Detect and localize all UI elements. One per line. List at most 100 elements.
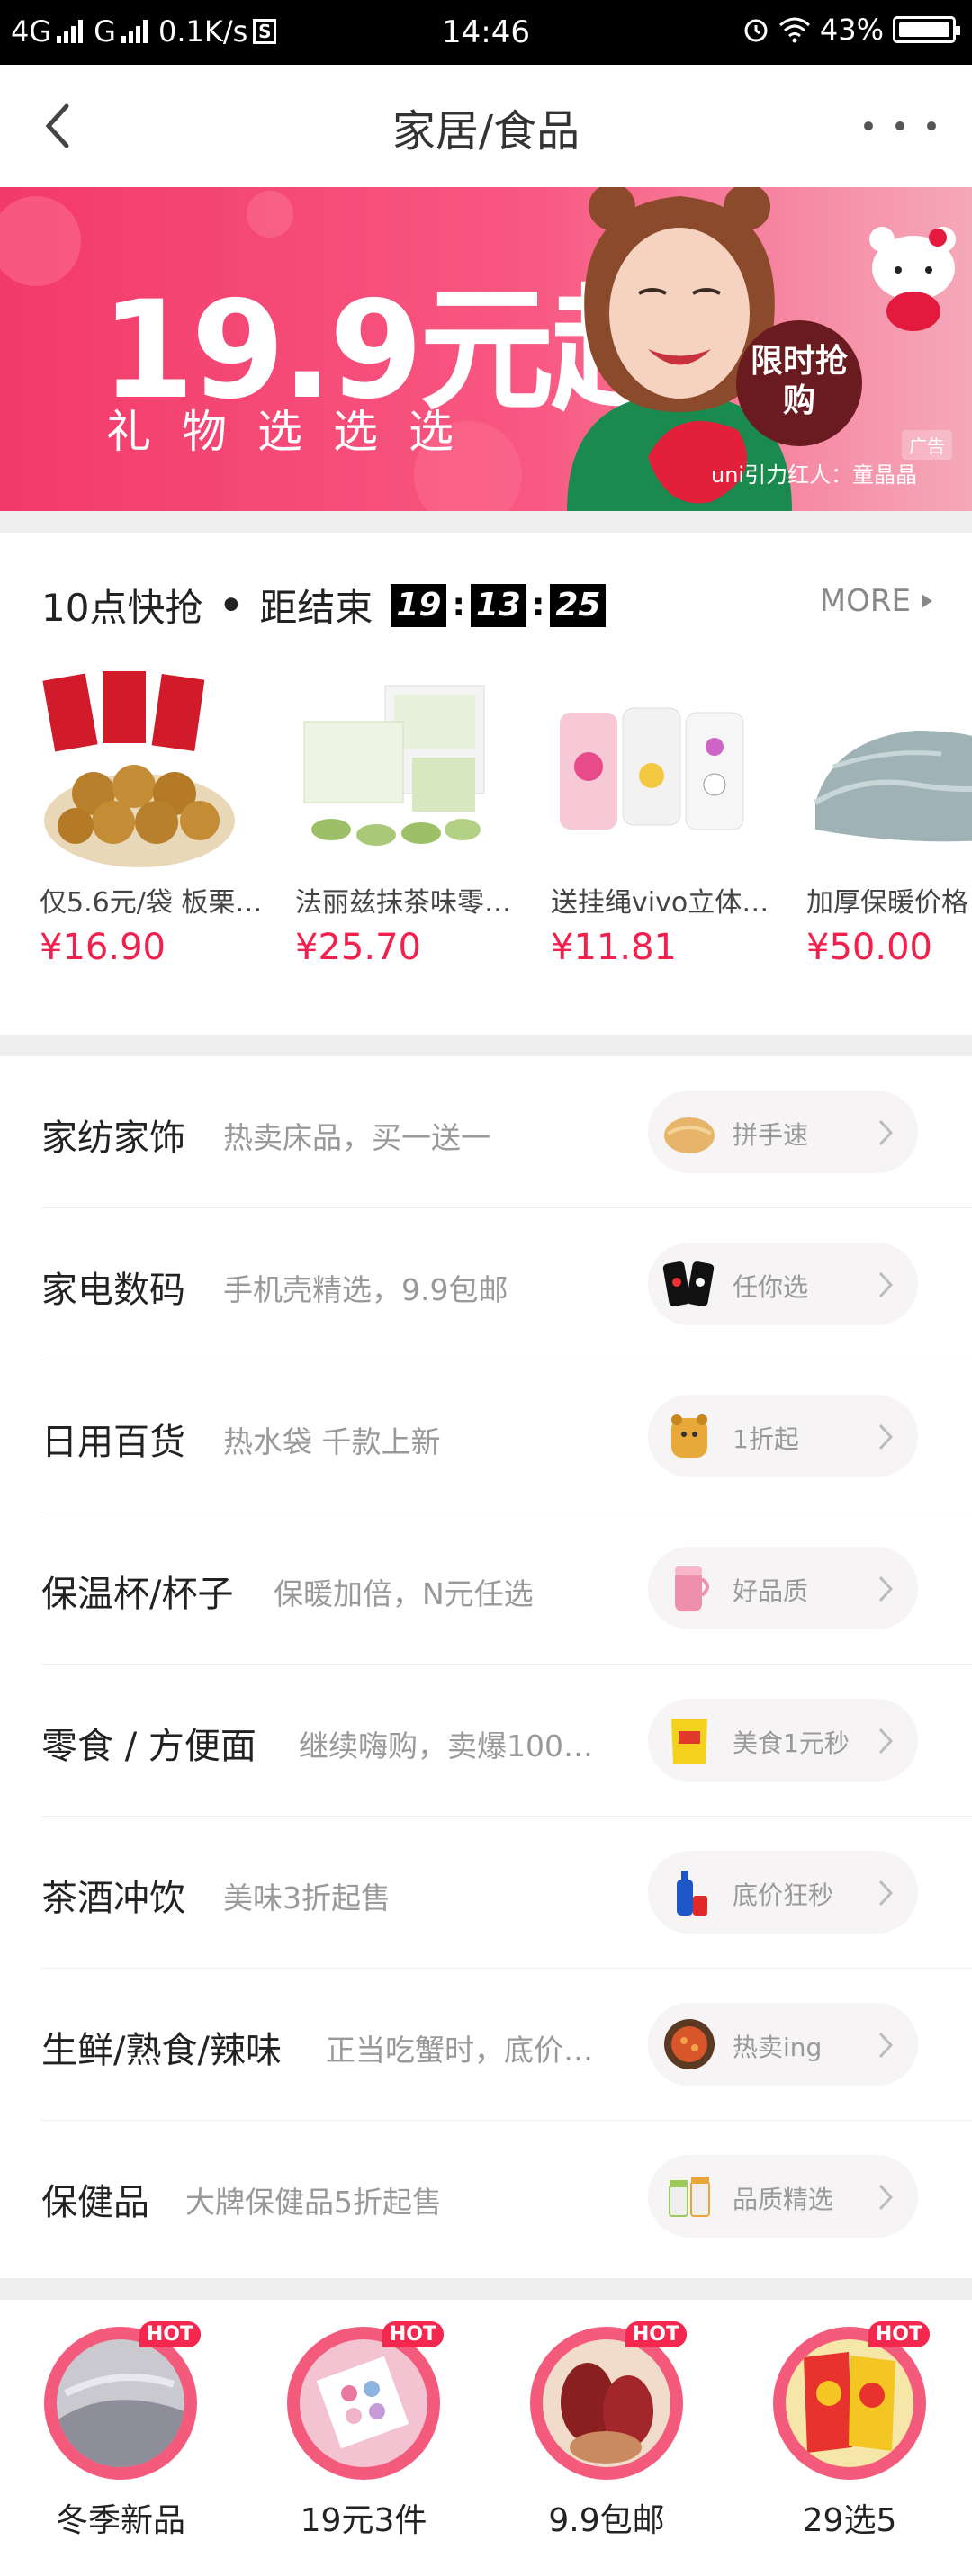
product-price: ¥25.70: [295, 927, 421, 968]
chevron-right-icon: [878, 2184, 894, 2211]
pill-label: 底价狂秒: [733, 1880, 834, 1910]
hot-label: 冬季新品: [55, 2502, 185, 2539]
category-row[interactable]: 零食 / 方便面 继续嗨购，卖爆100… 美食1元秒: [41, 1665, 972, 1817]
right-triangle-icon: [922, 594, 932, 608]
category-row[interactable]: 家纺家饰 热卖床品，买一送一 拼手速: [41, 1056, 972, 1208]
product-card[interactable]: 法丽兹抹茶味零食礼盒 ¥25.70: [295, 668, 520, 968]
pill-label: 热卖ing: [733, 2033, 823, 2062]
thumb-comforter: [661, 1103, 718, 1161]
banner-credit: uni引力红人：童晶晶: [711, 462, 918, 488]
pill-label: 好品质: [733, 1576, 809, 1606]
title-separator: •: [219, 583, 244, 627]
hello-kitty-toy: [869, 227, 956, 331]
hot-entry[interactable]: HOT 9.9包邮: [517, 2321, 697, 2541]
flash-sale-header: 10点快抢 • 距结束 19 : 13 : 25: [41, 578, 607, 633]
thumb-crab-dish: [661, 2015, 718, 2073]
banner-subline: 礼物选选选: [106, 406, 484, 458]
alarm-icon: [744, 19, 768, 42]
category-desc: 正当吃蟹时，底价…: [326, 2033, 593, 2068]
category-row[interactable]: 茶酒冲饮 美味3折起售 底价狂秒: [41, 1817, 972, 1969]
promo-banner[interactable]: 19.9元起 礼物选选选 限时抢购 广告 uni引力红人：童晶晶: [0, 187, 972, 511]
category-desc: 热卖床品，买一送一: [223, 1120, 490, 1155]
wifi-icon: [778, 17, 810, 43]
more-options-icon[interactable]: [864, 110, 936, 142]
thumb-thermos-cup: [661, 1559, 718, 1617]
hot-circle: HOT: [44, 2321, 201, 2480]
hot-label: 9.9包邮: [548, 2502, 665, 2539]
countdown-label: 距结束: [259, 586, 374, 630]
section-divider: [0, 511, 972, 533]
thumb-snack-bag: [661, 1711, 718, 1769]
category-pill[interactable]: 拼手速: [648, 1091, 918, 1173]
battery-icon: [893, 16, 960, 43]
hot-entry[interactable]: HOT 19元3件: [274, 2321, 454, 2541]
category-name: 零食 / 方便面: [41, 1726, 256, 1767]
battery-percent: 43%: [819, 13, 884, 47]
chevron-right-icon: [878, 1728, 894, 1755]
hot-entry[interactable]: HOT 冬季新品: [31, 2321, 211, 2541]
category-name: 家纺家饰: [41, 1117, 185, 1159]
product-card[interactable]: 仅5.6元/袋 板栗仁甘栗 ¥16.90: [40, 668, 265, 968]
thumb-hot-water-bag: [661, 1407, 718, 1465]
product-image-quilt: [806, 668, 972, 867]
hot-circle: HOT: [287, 2321, 444, 2480]
flash-sale-badge: 限时抢购: [736, 320, 862, 446]
hot-image-chips: [786, 2339, 914, 2467]
product-card[interactable]: 加厚保暖价格 ¥50.00: [806, 668, 972, 968]
flash-sale-section: 10点快抢 • 距结束 19 : 13 : 25 MORE 仅5.6元/袋 板栗…: [0, 533, 972, 1035]
pill-label: 任你选: [733, 1272, 809, 1302]
category-desc: 继续嗨购，卖爆100…: [299, 1728, 593, 1764]
product-price: ¥11.81: [551, 927, 677, 968]
chevron-right-icon: [878, 1423, 894, 1450]
chevron-right-icon: [878, 1119, 894, 1146]
hot-tag: HOT: [868, 2321, 930, 2347]
status-bar: 4G G 0.1K/s S 14:46 43%: [0, 0, 972, 65]
thumb-supplement-jars: [661, 2168, 718, 2225]
category-row[interactable]: 保温杯/杯子 保暖加倍，N元任选 好品质: [41, 1512, 972, 1665]
more-label: MORE: [819, 583, 911, 619]
product-card[interactable]: 送挂绳vivo立体卡通手机壳 ¥11.81: [551, 668, 776, 968]
countdown-timer: 19 : 13 : 25: [391, 583, 607, 627]
category-pill[interactable]: 底价狂秒: [648, 1851, 918, 1934]
category-name: 茶酒冲饮: [41, 1878, 185, 1919]
category-pill[interactable]: 美食1元秒: [648, 1699, 918, 1782]
category-pill[interactable]: 热卖ing: [648, 2003, 918, 2086]
category-pill[interactable]: 任你选: [648, 1243, 918, 1325]
chevron-right-icon: [878, 1880, 894, 1907]
pill-label: 美食1元秒: [733, 1728, 850, 1758]
chevron-right-icon: [878, 1575, 894, 1602]
product-name: 法丽兹抹茶味零食礼盒: [295, 887, 520, 919]
product-image-chestnuts: [40, 668, 239, 867]
category-desc: 手机壳精选，9.9包邮: [223, 1272, 508, 1307]
pill-label: 拼手速: [733, 1120, 809, 1150]
product-price: ¥16.90: [40, 927, 166, 968]
category-list: 家纺家饰 热卖床品，买一送一 拼手速 家电数码 手机壳精选，9.9包邮 任你选 …: [0, 1056, 972, 2278]
pill-label: 1折起: [733, 1424, 799, 1454]
product-image-phone-cases: [551, 668, 751, 867]
section-divider: [0, 2278, 972, 2300]
category-pill[interactable]: 1折起: [648, 1395, 918, 1477]
product-price: ¥50.00: [806, 927, 932, 968]
product-name: 送挂绳vivo立体卡通手机壳: [551, 887, 776, 919]
hot-circle: HOT: [530, 2321, 687, 2480]
category-pill[interactable]: 品质精选: [648, 2155, 918, 2238]
product-image-matcha-box: [295, 668, 495, 867]
hot-tag: HOT: [139, 2321, 201, 2347]
more-link[interactable]: MORE: [820, 583, 932, 619]
category-name: 生鲜/熟食/辣味: [41, 2030, 282, 2071]
category-pill[interactable]: 好品质: [648, 1547, 918, 1629]
category-row[interactable]: 保健品 大牌保健品5折起售 品质精选: [41, 2121, 972, 2273]
ad-label: 广告: [902, 430, 952, 460]
hot-label: 29选5: [802, 2502, 897, 2539]
category-row[interactable]: 家电数码 手机壳精选，9.9包邮 任你选: [41, 1208, 972, 1360]
category-row[interactable]: 日用百货 热水袋 千款上新 1折起: [41, 1360, 972, 1512]
page-title: 家居/食品: [392, 106, 580, 157]
product-carousel: 仅5.6元/袋 板栗仁甘栗 ¥16.90 法丽兹抹茶味零食礼盒 ¥25.70: [40, 668, 972, 968]
chevron-right-icon: [878, 1271, 894, 1298]
section-divider: [0, 1035, 972, 1056]
category-row[interactable]: 生鲜/熟食/辣味 正当吃蟹时，底价… 热卖ing: [41, 1969, 972, 2121]
category-desc: 美味3折起售: [223, 1880, 391, 1916]
hot-circle: HOT: [773, 2321, 930, 2480]
hot-entry[interactable]: HOT 29选5: [760, 2321, 940, 2541]
category-name: 保温杯/杯子: [41, 1574, 234, 1615]
